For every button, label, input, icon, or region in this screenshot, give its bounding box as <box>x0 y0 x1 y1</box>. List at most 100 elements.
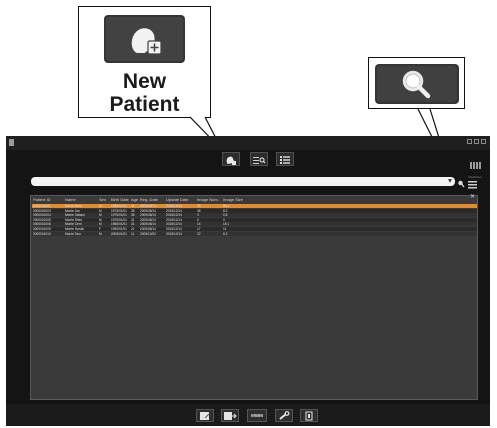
table-cell: 0000001009 <box>33 227 51 231</box>
search-input[interactable] <box>31 177 455 186</box>
table-cell: 17 <box>197 227 201 231</box>
search-patient-button[interactable] <box>250 152 268 166</box>
col-image-size[interactable]: Image Size <box>222 197 477 203</box>
edit-button[interactable] <box>196 409 214 422</box>
table-cell: M <box>99 231 102 236</box>
settings-button[interactable] <box>275 409 293 422</box>
table-cell: 0000001005 <box>33 217 51 222</box>
minimize-button[interactable] <box>467 139 472 144</box>
mwm-button[interactable]: MWM <box>247 409 267 422</box>
table-cell: 2005/08/14 <box>140 208 156 213</box>
col-birth-date[interactable]: Birth Date <box>110 197 130 203</box>
new-patient-button[interactable] <box>222 152 240 166</box>
transfer-icon <box>224 411 237 420</box>
col-patient-id[interactable]: Patient ID <box>32 197 64 203</box>
search-button[interactable] <box>457 176 465 188</box>
table-cell: 56.1 <box>223 204 230 208</box>
table-cell: 1985/01/01 <box>111 222 127 227</box>
table-cell: 0000001010 <box>33 231 51 236</box>
table-row[interactable]: 0000001008 Monte Cerri M 1985/01/01 31 2005/0… <box>32 222 477 227</box>
table-cell: 0000001003 <box>33 208 51 213</box>
table-cell: 5.2 <box>223 231 228 236</box>
table-cell: 1975/01/01 <box>111 208 127 213</box>
table-cell: 1985/01/01 <box>111 204 127 208</box>
col-image-num[interactable]: Image Num. <box>196 197 222 203</box>
table-cell: 1975/01/01 <box>111 217 127 222</box>
table-row[interactable]: 0000001004 Monte Sabaro M 1975/01/01 36 2005/… <box>32 213 477 218</box>
col-sex[interactable]: Sex <box>98 197 110 203</box>
table-cell: M <box>99 217 102 222</box>
table-cell: 0.8 <box>223 213 228 218</box>
table-cell: 0000001001 <box>33 204 51 208</box>
table-cell: 2015/12/14 <box>166 227 182 231</box>
mwm-icon: MWM <box>251 413 263 418</box>
table-cell: 1995/01/01 <box>111 227 127 231</box>
table-cell: F <box>99 227 101 231</box>
col-update-date[interactable]: Update Date <box>165 197 196 203</box>
table-row[interactable]: 0000001003 Monte Jon M 1975/01/01 35 2005/08/… <box>32 208 477 213</box>
table-cell: 11 <box>223 227 227 231</box>
col-name[interactable]: Name <box>64 197 98 203</box>
table-cell: Monte Jon <box>65 208 80 213</box>
table-cell: 2005/08/14 <box>140 222 156 227</box>
exit-button[interactable] <box>300 409 318 422</box>
close-button[interactable] <box>481 139 486 144</box>
table-cell: 31 <box>131 222 135 227</box>
table-cell: 35 <box>131 208 135 213</box>
table-cell: Monte Bono <box>65 204 83 208</box>
app-icon <box>9 139 14 146</box>
table-cell: 0000001008 <box>33 222 51 227</box>
table-cell: 11 <box>131 231 135 236</box>
col-age[interactable]: Age <box>130 197 139 203</box>
table-cell: 3 <box>197 213 199 218</box>
maximize-button[interactable] <box>474 139 479 144</box>
table-cell: M <box>99 208 102 213</box>
table-cell: 2015/12/14 <box>166 213 182 218</box>
table-cell: 21 <box>131 227 135 231</box>
table-cell: 2015/12/14 <box>166 204 182 208</box>
patient-list-panel: ✕ Patient ID Name Sex Birth Date Age Reg… <box>30 194 478 400</box>
table-row[interactable]: 0000001009 Monte Haruki F 1995/01/01 21 2005/… <box>32 227 477 231</box>
table-row[interactable]: 0000001010 Monte Taro M 2005/01/01 11 2005/12… <box>32 231 477 236</box>
logo-mark-icon <box>470 162 481 169</box>
advanced-search-button[interactable] <box>467 176 478 189</box>
table-cell: M <box>99 213 102 218</box>
table-cell: 2015/12/14 <box>166 222 182 227</box>
new-patient-icon <box>226 156 236 165</box>
footer-toolbar: MWM <box>6 404 490 426</box>
table-cell: M <box>99 222 102 227</box>
table-cell: 0 <box>223 217 225 222</box>
table-cell: 2005/08/14 <box>140 204 156 208</box>
table-cell: 38 <box>197 204 201 208</box>
table-cell: 2015/12/14 <box>166 208 182 213</box>
dropdown-arrow-icon[interactable] <box>448 179 452 183</box>
table-cell: 14 <box>197 222 201 227</box>
filter-list-icon <box>468 181 477 189</box>
logo: MediView <box>465 157 485 179</box>
magnifier-icon <box>375 64 459 104</box>
table-cell: 1975/01/01 <box>111 213 127 218</box>
table-cell: 2005/08/14 <box>140 227 156 231</box>
table-row[interactable]: 0000001005 Monte Sheo M 1975/01/01 41 2005/08… <box>32 217 477 222</box>
exit-icon <box>305 411 313 420</box>
table-header: Patient ID Name Sex Birth Date Age Reg. … <box>32 197 477 203</box>
worklist-button[interactable] <box>276 152 294 166</box>
table-cell: 2005/08/14 <box>140 213 156 218</box>
transfer-button[interactable] <box>221 409 239 422</box>
table-cell: 2005/12/02 <box>140 231 156 236</box>
table-cell: 36 <box>131 213 135 218</box>
table-cell: 0 <box>197 217 199 222</box>
table-cell: Monte Taro <box>65 231 81 236</box>
table-cell: Monte Sheo <box>65 217 83 222</box>
search-patient-icon <box>253 157 266 164</box>
col-reg-date[interactable]: Reg. Date <box>139 197 165 203</box>
table-cell: Monte Haruki <box>65 227 84 231</box>
wrench-icon <box>279 410 290 420</box>
table-row[interactable]: 0000001001 Monte Bono M 1985/01/01 31 2005/08… <box>32 204 477 208</box>
worklist-icon <box>280 156 290 164</box>
table-cell: 41 <box>131 217 135 222</box>
table-cell: 0000001004 <box>33 213 51 218</box>
table-cell: Monte Sabaro <box>65 213 86 218</box>
table-cell: M <box>99 204 102 208</box>
table-cell: 2005/01/01 <box>111 231 127 236</box>
